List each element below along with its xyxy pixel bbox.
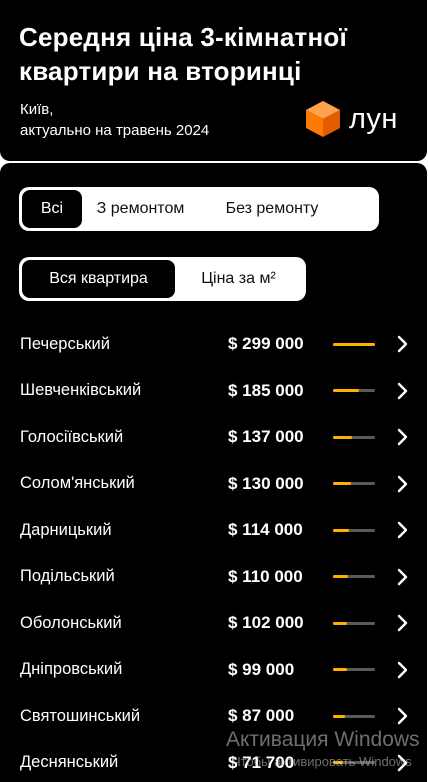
chevron-right-icon[interactable] [395, 335, 409, 353]
chevron-right-icon[interactable] [395, 661, 409, 679]
district-name: Голосіївський [20, 427, 124, 446]
chevron-right-icon[interactable] [395, 382, 409, 400]
district-name: Дарницький [20, 520, 112, 539]
subtitle: Київ, актуально на травень 2024 [20, 99, 209, 141]
district-name: Святошинський [20, 706, 141, 725]
price-bar-fill [333, 482, 352, 486]
district-row[interactable]: Дарницький $ 114 000 [0, 507, 427, 554]
page-title: Середня ціна 3-кімнатної квартири на вто… [19, 22, 347, 86]
renovation-filter: Всі З ремонтом Без ремонту [19, 187, 379, 231]
district-row[interactable]: Святошинський $ 87 000 [0, 693, 427, 740]
price-bar [333, 575, 375, 579]
lun-logo[interactable]: лун [305, 100, 398, 138]
chevron-right-icon[interactable] [395, 707, 409, 725]
district-row[interactable]: Деснянський $ 71 700 [0, 740, 427, 782]
price-bar-fill [333, 668, 347, 672]
chevron-right-icon[interactable] [395, 428, 409, 446]
district-row[interactable]: Печерський $ 299 000 [0, 321, 427, 368]
district-price: $ 99 000 [228, 659, 295, 679]
price-panel: Всі З ремонтом Без ремонту Вся квартира … [0, 163, 427, 782]
district-price: $ 71 700 [228, 752, 295, 772]
district-name: Шевченківський [20, 381, 142, 400]
district-list: Печерський $ 299 000 Шевченківський $ 185 0… [0, 321, 427, 782]
price-bar [333, 761, 375, 765]
district-price: $ 130 000 [228, 473, 304, 493]
chevron-right-icon[interactable] [395, 521, 409, 539]
cube-icon [306, 101, 340, 137]
whole-apartment-button[interactable]: Вся квартира [22, 260, 175, 298]
price-bar-fill [333, 714, 346, 718]
district-price: $ 87 000 [228, 706, 295, 726]
district-name: Печерський [20, 334, 110, 353]
price-bar [333, 389, 375, 393]
district-name: Солом'янський [20, 474, 135, 493]
filter-renovated-button[interactable]: З ремонтом [82, 190, 199, 228]
price-bar-fill [333, 761, 344, 765]
price-bar [333, 435, 375, 439]
chevron-right-icon[interactable] [395, 475, 409, 493]
district-price: $ 299 000 [228, 334, 304, 354]
district-name: Деснянський [20, 753, 119, 772]
price-bar [333, 482, 375, 486]
filter-unrenovated-button[interactable]: Без ремонту [204, 190, 340, 228]
price-bar-fill [333, 621, 348, 625]
district-price: $ 114 000 [228, 520, 303, 540]
chevron-right-icon[interactable] [395, 754, 409, 772]
district-row[interactable]: Шевченківський $ 185 000 [0, 368, 427, 415]
district-price: $ 110 000 [228, 566, 303, 586]
chevron-right-icon[interactable] [395, 568, 409, 586]
district-price: $ 102 000 [228, 613, 304, 633]
price-bar [333, 528, 375, 532]
district-row[interactable]: Дніпровський $ 99 000 [0, 647, 427, 694]
price-type-filter: Вся квартира Ціна за м² [19, 257, 306, 301]
city-label: Київ, [20, 101, 54, 118]
period-label: актуально на травень 2024 [20, 122, 210, 139]
district-price: $ 137 000 [228, 427, 304, 447]
chevron-right-icon[interactable] [395, 614, 409, 632]
price-bar-fill [333, 435, 353, 439]
district-row[interactable]: Подільський $ 110 000 [0, 554, 427, 601]
district-price: $ 185 000 [228, 380, 304, 400]
price-bar [333, 714, 375, 718]
price-per-sqm-button[interactable]: Ціна за м² [175, 260, 302, 298]
price-bar [333, 668, 375, 672]
district-name: Подільський [20, 567, 115, 586]
price-bar [333, 621, 375, 625]
district-row[interactable]: Оболонський $ 102 000 [0, 600, 427, 647]
district-row[interactable]: Голосіївський $ 137 000 [0, 414, 427, 461]
district-row[interactable]: Солом'янський $ 130 000 [0, 461, 427, 508]
district-name: Дніпровський [20, 660, 123, 679]
price-bar-fill [333, 528, 349, 532]
price-bar-fill [333, 389, 359, 393]
price-bar [333, 342, 375, 346]
logo-text: лун [349, 102, 398, 135]
filter-all-button[interactable]: Всі [22, 190, 82, 228]
price-bar-fill [333, 342, 375, 346]
district-name: Оболонський [20, 613, 122, 632]
header: Середня ціна 3-кімнатної квартири на вто… [0, 0, 427, 161]
price-bar-fill [333, 575, 349, 579]
